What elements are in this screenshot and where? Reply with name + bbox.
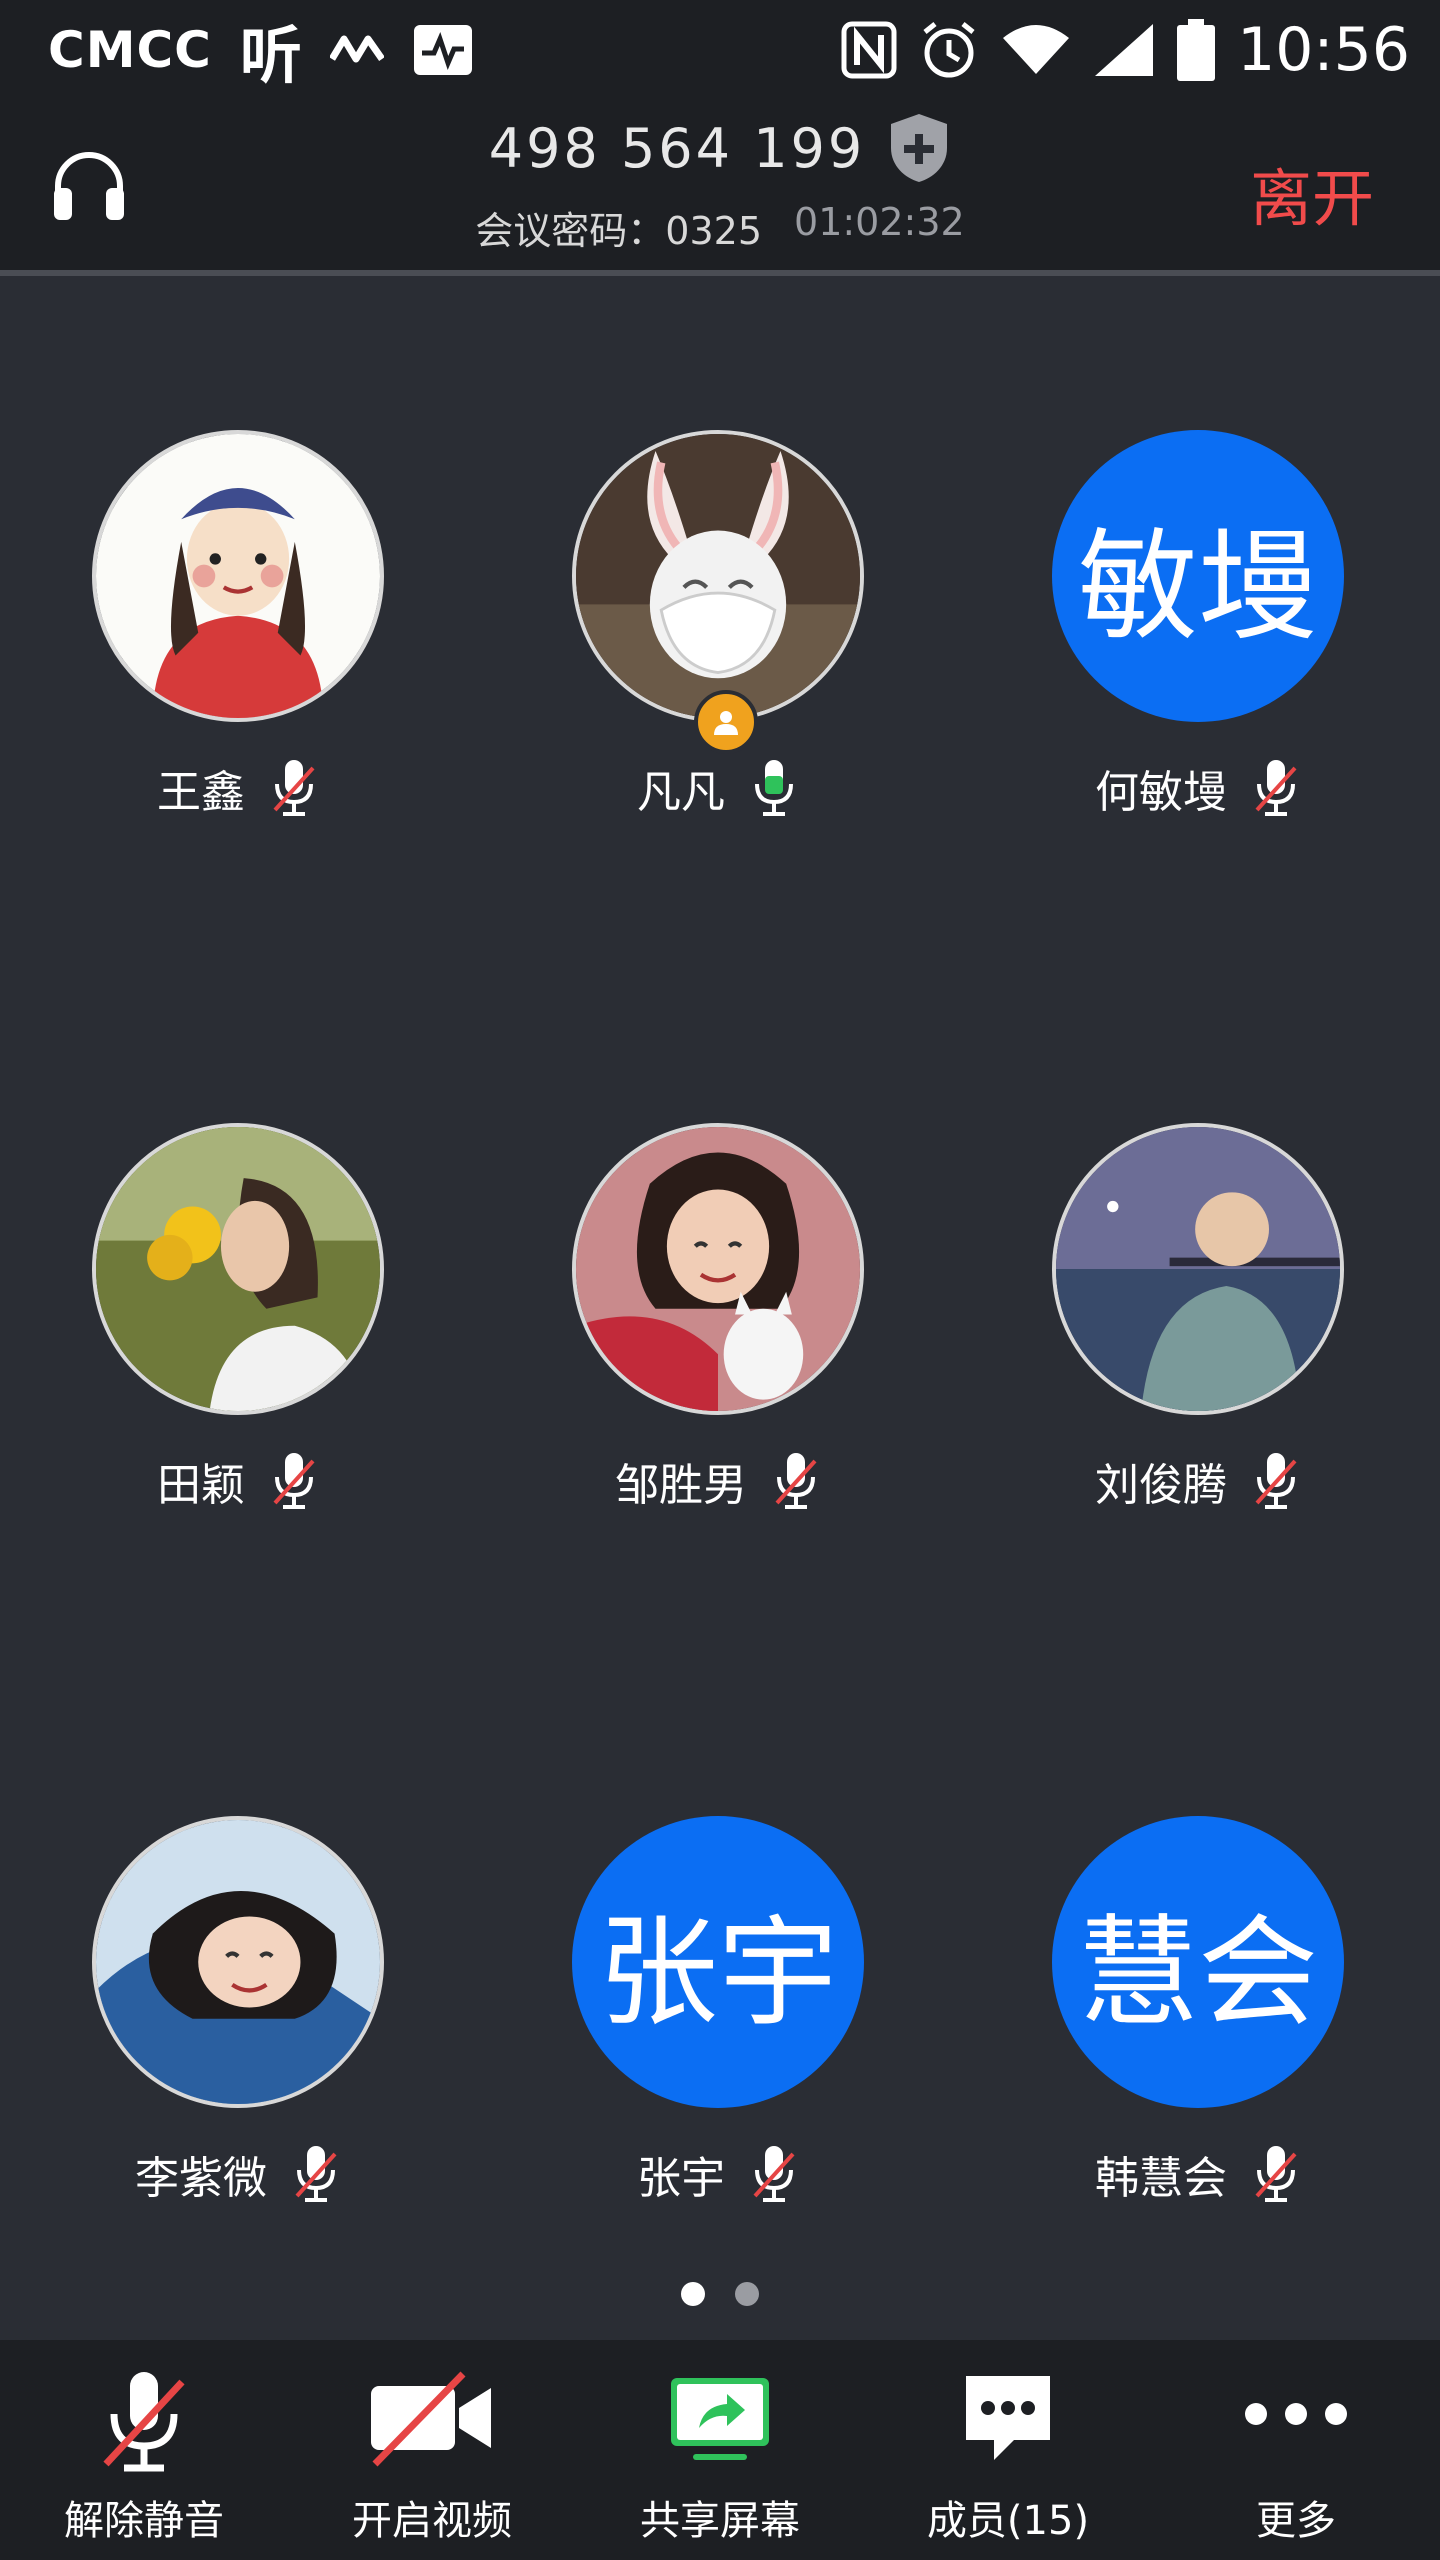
- mic-muted-icon: [269, 1451, 319, 1511]
- participant-name: 王鑫: [157, 767, 245, 818]
- mic-muted-icon: [0, 2368, 288, 2478]
- alarm-icon: [919, 20, 979, 80]
- participant-name: 田颖: [157, 1460, 245, 1511]
- avatar: 慧会: [1052, 1816, 1344, 2108]
- participant-tile[interactable]: 王鑫: [0, 430, 404, 870]
- signal-icon: [1093, 22, 1155, 78]
- participant-tile[interactable]: 李紫微: [0, 1816, 404, 2256]
- meeting-meta: 会议密码：0325 01:02:32: [0, 200, 1440, 255]
- participant-name: 刘俊腾: [1095, 1460, 1227, 1511]
- participant-name: 邹胜男: [615, 1460, 747, 1511]
- more-label: 更多: [1256, 2498, 1336, 2544]
- meeting-id: 498 564 199: [488, 116, 866, 180]
- participant-tile[interactable]: 张宇 张宇: [444, 1816, 884, 2256]
- meeting-password: 会议密码：0325: [475, 209, 763, 253]
- avatar: [92, 430, 384, 722]
- chat-bubble-icon: [864, 2368, 1152, 2468]
- share-screen-icon: [576, 2368, 864, 2468]
- more-dots-icon: [1152, 2368, 1440, 2468]
- header-divider: [0, 270, 1440, 276]
- participant-tile[interactable]: 慧会 韩慧会: [924, 1816, 1364, 2256]
- participant-name-row: 李紫微: [0, 2142, 512, 2206]
- share-screen-button[interactable]: 共享屏幕: [576, 2340, 864, 2560]
- avatar: [572, 430, 864, 722]
- mic-muted-icon: [1251, 1451, 1301, 1511]
- mic-muted-icon: [291, 2144, 341, 2204]
- more-button[interactable]: 更多: [1152, 2340, 1440, 2560]
- host-badge-icon: [694, 690, 758, 754]
- page-dot-2[interactable]: [735, 2282, 759, 2306]
- participant-tile[interactable]: 刘俊腾: [924, 1123, 1364, 1563]
- mic-muted-icon: [771, 1451, 821, 1511]
- shield-icon[interactable]: [887, 112, 951, 184]
- start-video-label: 开启视频: [352, 2498, 512, 2544]
- activity-icon: [412, 23, 474, 77]
- meeting-timer: 01:02:32: [794, 200, 965, 244]
- start-video-button[interactable]: 开启视频: [288, 2340, 576, 2560]
- participant-name-row: 凡凡: [444, 756, 992, 820]
- participant-name-row: 何敏墁: [924, 756, 1440, 820]
- participant-name: 何敏墁: [1095, 767, 1227, 818]
- avatar: 张宇: [572, 1816, 864, 2108]
- page-indicator[interactable]: [0, 2282, 1440, 2306]
- members-label: 成员(15): [926, 2498, 1090, 2544]
- mic-muted-icon: [749, 2144, 799, 2204]
- participant-tile[interactable]: 邹胜男: [444, 1123, 884, 1563]
- avatar: [572, 1123, 864, 1415]
- participant-name-row: 田颖: [0, 1449, 512, 1513]
- participant-tile[interactable]: 凡凡: [444, 430, 884, 870]
- battery-icon: [1177, 19, 1216, 81]
- mic-muted-icon: [1251, 2144, 1301, 2204]
- participant-tile[interactable]: 田颖: [0, 1123, 404, 1563]
- nfc-icon: [841, 21, 897, 79]
- bottom-toolbar: 解除静音 开启视频 共享屏幕 成员(15) 更多: [0, 2340, 1440, 2560]
- participant-name-row: 韩慧会: [924, 2142, 1440, 2206]
- unmute-label: 解除静音: [64, 2498, 224, 2544]
- participant-name-row: 张宇: [444, 2142, 992, 2206]
- participant-name-row: 王鑫: [0, 756, 512, 820]
- wifi-icon: [1001, 24, 1071, 76]
- share-screen-label: 共享屏幕: [640, 2498, 800, 2544]
- participant-name: 凡凡: [637, 767, 725, 818]
- participant-name: 韩慧会: [1095, 2153, 1227, 2204]
- participant-name: 李紫微: [135, 2153, 267, 2204]
- mic-muted-icon: [1251, 758, 1301, 818]
- ting-app-icon: 听: [239, 19, 302, 92]
- meeting-id-row: 498 564 199: [0, 112, 1440, 184]
- carrier-label: CMCC: [48, 21, 212, 79]
- avatar: [92, 1123, 384, 1415]
- participant-tile[interactable]: 敏墁 何敏墁: [924, 430, 1364, 870]
- participant-name-row: 刘俊腾: [924, 1449, 1440, 1513]
- video-off-icon: [288, 2368, 576, 2468]
- leave-button[interactable]: 离开: [1250, 148, 1374, 238]
- avatar: [92, 1816, 384, 2108]
- page-dot-1[interactable]: [681, 2282, 705, 2306]
- mic-muted-icon: [269, 758, 319, 818]
- avatar: 敏墁: [1052, 430, 1344, 722]
- status-bar: CMCC 听 10:56: [0, 0, 1440, 100]
- mic-active-icon: [749, 758, 799, 818]
- participant-name-row: 邹胜男: [444, 1449, 992, 1513]
- members-button[interactable]: 成员(15): [864, 2340, 1152, 2560]
- participant-name: 张宇: [637, 2153, 725, 2204]
- unmute-button[interactable]: 解除静音: [0, 2340, 288, 2560]
- clock-time: 10:56: [1237, 15, 1410, 85]
- avatar: [1052, 1123, 1344, 1415]
- huawei-icon: [329, 33, 384, 67]
